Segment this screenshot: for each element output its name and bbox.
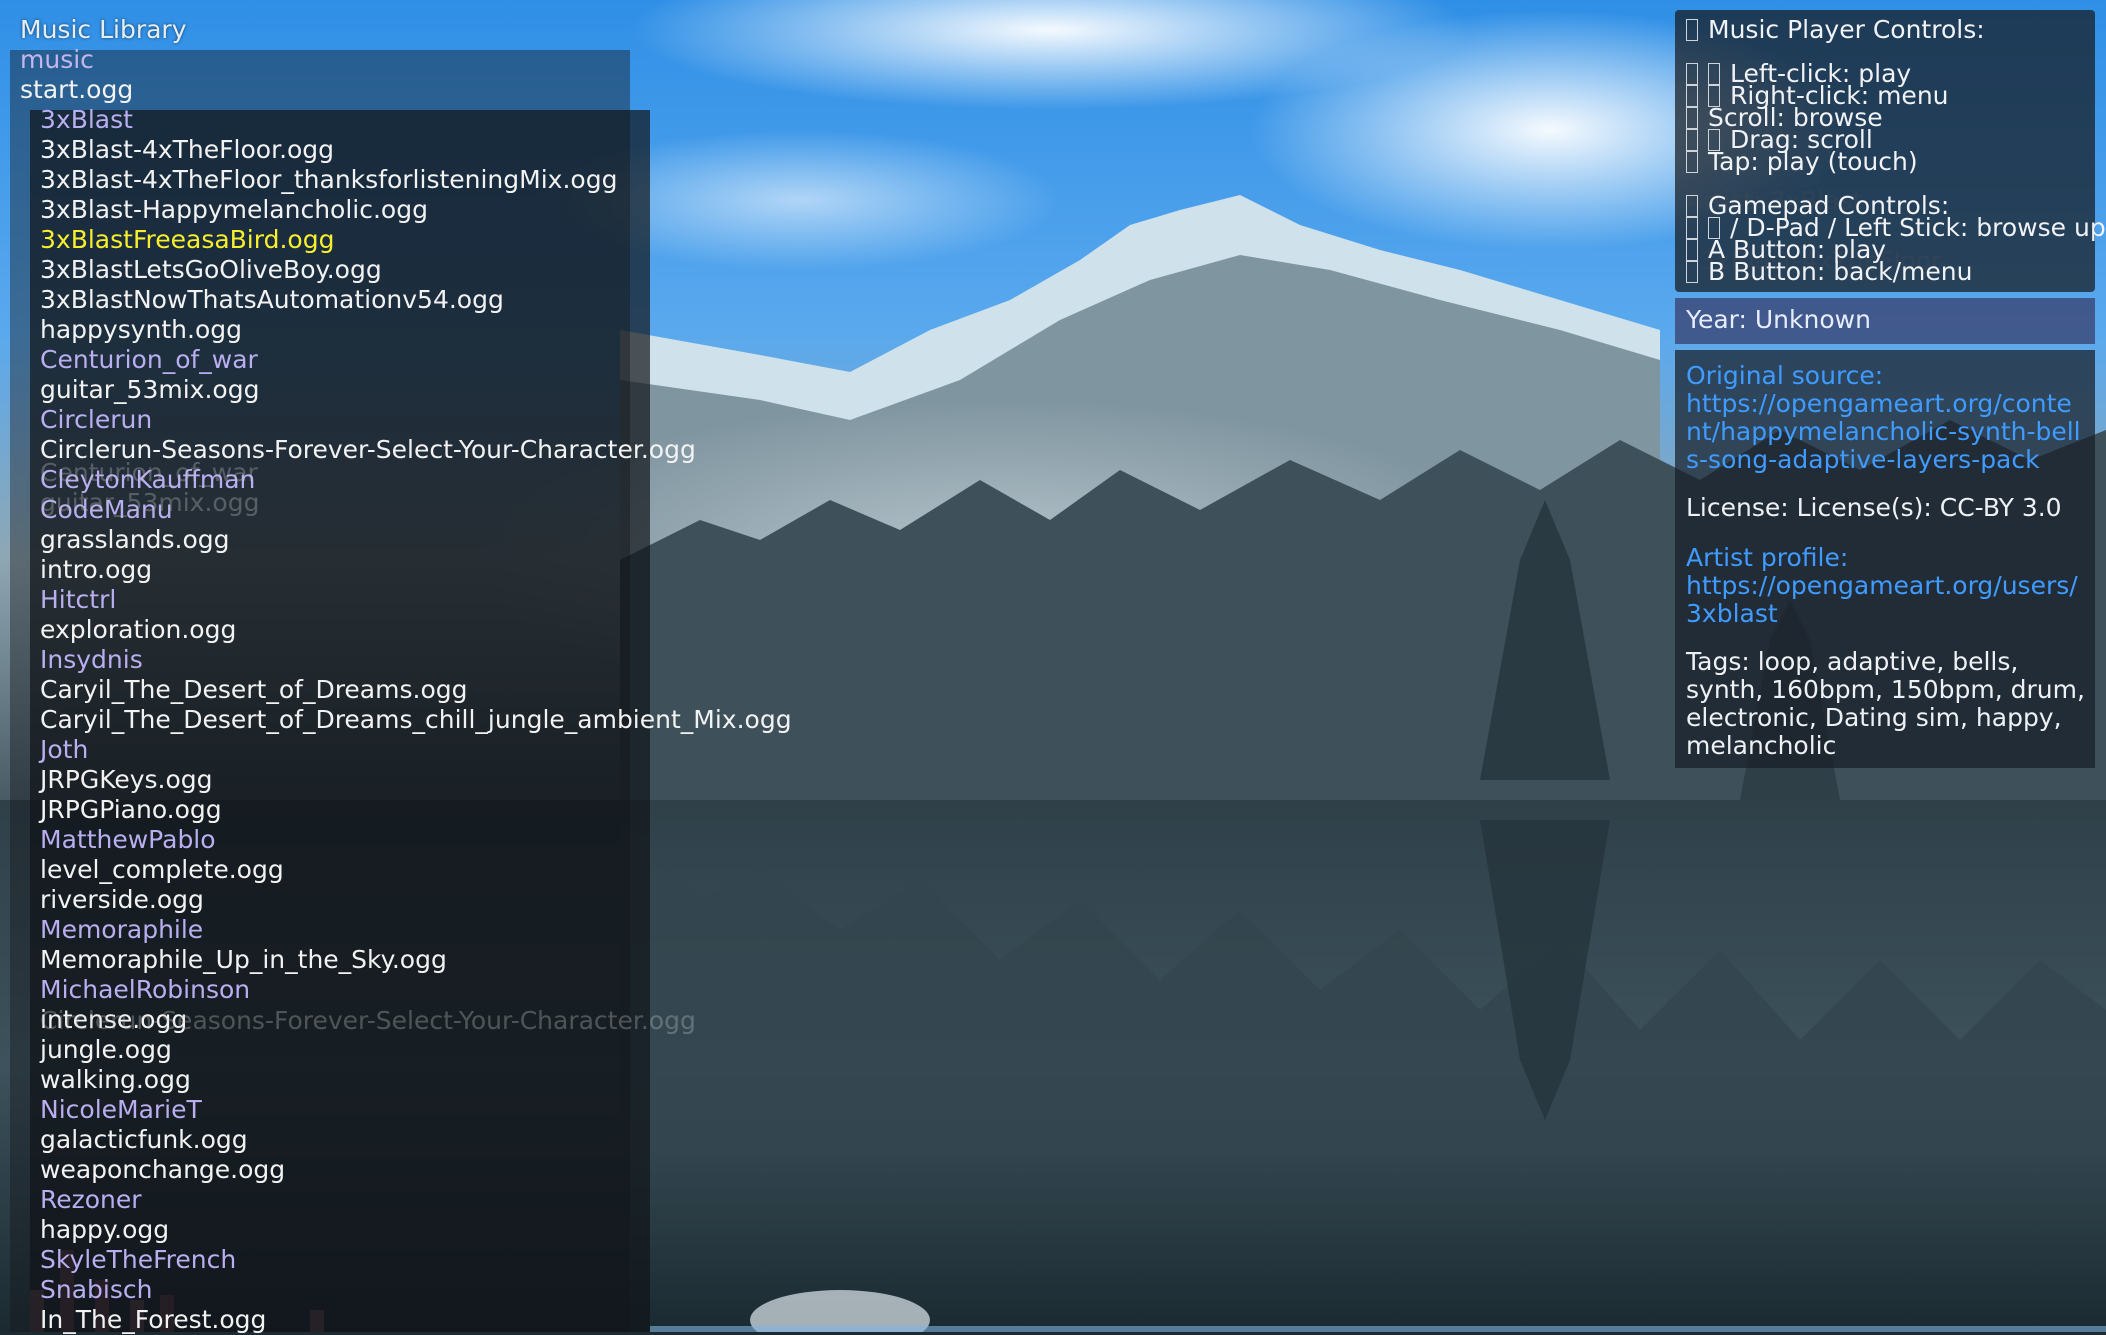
window-title: Music Library [20,15,187,44]
track-item[interactable]: happysynth.ogg [40,315,792,345]
track-item[interactable]: JRPGKeys.ogg [40,765,792,795]
folder-item[interactable]: NicoleMarieT [40,1095,792,1125]
track-item[interactable]: guitar_53mix.ogg [40,375,792,405]
mouse-controls-title: Music Player Controls: [1686,17,1985,42]
track-item[interactable]: 3xBlastLetsGoOliveBoy.ogg [40,255,792,285]
folder-item[interactable]: Insydnis [40,645,792,675]
folder-item[interactable]: 3xBlast [40,105,792,135]
track-item[interactable]: 3xBlast-Happymelancholic.ogg [40,195,792,225]
tags-text: Tags: loop, adaptive, bells, synth, 160b… [1686,647,2085,760]
root-file[interactable]: start.ogg [20,75,133,105]
license-text: License: License(s): CC-BY 3.0 [1686,493,2062,522]
folder-item[interactable]: CleytonKauffman [40,465,792,495]
library-list[interactable]: 3xBlast 3xBlast-4xTheFloor.ogg 3xBlast-4xT… [40,105,792,1335]
track-item[interactable]: Caryil_The_Desert_of_Dreams_chill_jungle… [40,705,792,735]
artist-profile-link[interactable]: https://opengameart.org/users/3xblast [1686,572,2086,628]
root-folder[interactable]: music [20,45,94,75]
track-item[interactable]: intense.ogg [40,1005,792,1035]
folder-item[interactable]: MichaelRobinson [40,975,792,1005]
track-item[interactable]: In_The_Forest.ogg [40,1305,792,1335]
artist-profile-label: Artist profile: [1686,543,1849,572]
control-line: B Button: back/menu [1686,259,1972,284]
gamepad-icon [1686,195,1698,217]
right-click-icon [1686,85,1698,107]
b-button-icon [1686,261,1698,283]
track-item[interactable]: jungle.ogg [40,1035,792,1065]
folder-item[interactable]: Centurion_of_war [40,345,792,375]
track-item[interactable]: Memoraphile_Up_in_the_Sky.ogg [40,945,792,975]
track-item[interactable]: 3xBlast-4xTheFloor.ogg [40,135,792,165]
track-item[interactable]: weaponchange.ogg [40,1155,792,1185]
track-item[interactable]: 3xBlastFreeasaBird.ogg [40,225,792,255]
track-item[interactable]: grasslands.ogg [40,525,792,555]
track-item[interactable]: walking.ogg [40,1065,792,1095]
track-item[interactable]: exploration.ogg [40,615,792,645]
folder-item[interactable]: Hitctrl [40,585,792,615]
track-item[interactable]: Circlerun-Seasons-Forever-Select-Your-Ch… [40,435,792,465]
track-item[interactable]: level_complete.ogg [40,855,792,885]
folder-item[interactable]: CodeManu [40,495,792,525]
a-button-icon [1686,239,1698,261]
track-item[interactable]: 3xBlast-4xTheFloor_thanksforlisteningMix… [40,165,792,195]
drag-icon [1686,129,1698,151]
track-item[interactable]: galacticfunk.ogg [40,1125,792,1155]
scroll-icon [1686,107,1698,129]
track-item[interactable]: 3xBlastNowThatsAutomationv54.ogg [40,285,792,315]
folder-item[interactable]: Snabisch [40,1275,792,1305]
year-label: Year: Unknown [1686,305,1871,334]
folder-item[interactable]: MatthewPablo [40,825,792,855]
track-item[interactable]: riverside.ogg [40,885,792,915]
track-item[interactable]: happy.ogg [40,1215,792,1245]
track-item[interactable]: JRPGPiano.ogg [40,795,792,825]
tap-icon [1686,151,1698,173]
track-item[interactable]: intro.ogg [40,555,792,585]
original-source-link[interactable]: https://opengameart.org/content/happymel… [1686,390,2086,474]
folder-item[interactable]: Memoraphile [40,915,792,945]
mouse-icon [1686,19,1698,41]
left-click-icon [1708,63,1720,85]
original-source-label: Original source: [1686,361,1884,390]
folder-item[interactable]: Rezoner [40,1185,792,1215]
folder-item[interactable]: SkyleTheFrench [40,1245,792,1275]
track-item[interactable]: Caryil_The_Desert_of_Dreams.ogg [40,675,792,705]
folder-item[interactable]: Joth [40,735,792,765]
arrow-up-icon [1686,217,1698,239]
left-click-icon [1686,63,1698,85]
control-line: Tap: play (touch) [1686,149,1918,174]
folder-item[interactable]: Circlerun [40,405,792,435]
